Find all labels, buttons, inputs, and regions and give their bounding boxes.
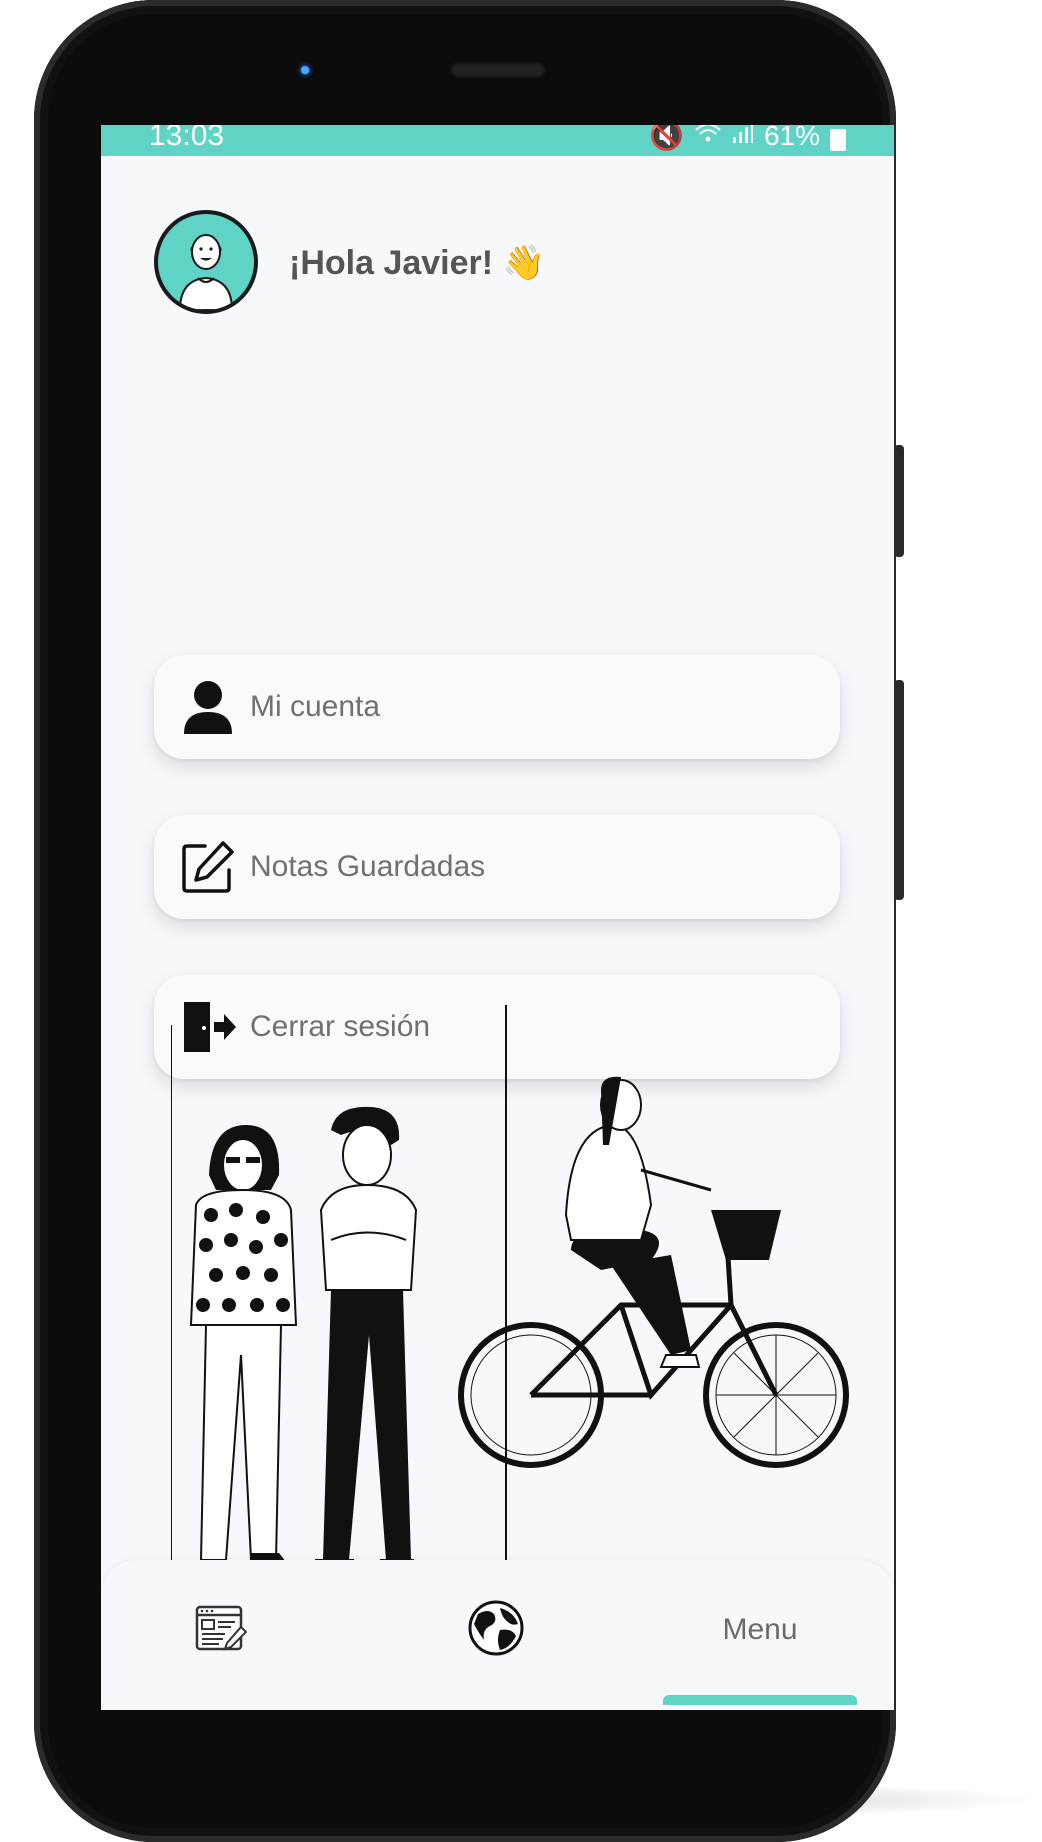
nav-label-menu: Menu — [722, 1613, 798, 1646]
man-figure — [309, 1106, 436, 1584]
waving-hand-icon: 👋 — [502, 244, 545, 282]
menu-item-notas-guardadas[interactable]: Notas Guardadas — [154, 815, 840, 919]
globe-icon — [468, 1600, 524, 1661]
mute-icon: 🔇 — [649, 125, 684, 151]
status-time: 13:03 — [149, 125, 225, 152]
bottom-navigation: Menu — [101, 1560, 894, 1710]
menu-item-mi-cuenta[interactable]: Mi cuenta — [154, 655, 840, 759]
status-bar: 13:03 🔇 61% — [101, 125, 894, 156]
app-screen: 13:03 🔇 61% ¡Hola Javier! 👋 Mi cuenta No… — [101, 125, 894, 1710]
wifi-icon — [694, 125, 722, 152]
active-tab-indicator — [663, 1695, 857, 1705]
nav-item-menu[interactable]: Menu — [663, 1560, 857, 1700]
menu-item-label: Mi cuenta — [250, 690, 381, 723]
nav-item-explore[interactable] — [436, 1560, 556, 1700]
nav-item-news[interactable] — [161, 1560, 281, 1700]
greeting-title: ¡Hola Javier! 👋 — [289, 243, 545, 283]
woman-figure — [189, 1125, 298, 1585]
earpiece-speaker — [450, 62, 546, 78]
volume-button — [894, 680, 904, 900]
battery-icon — [830, 128, 846, 151]
power-button — [894, 445, 904, 557]
signal-icon — [732, 125, 754, 152]
avatar[interactable] — [154, 210, 258, 314]
user-avatar-illustration — [178, 234, 234, 310]
battery-percentage: 61% — [763, 125, 820, 151]
news-edit-icon — [195, 1605, 248, 1656]
cyclist-figure — [458, 1076, 849, 1468]
user-icon — [180, 679, 236, 735]
edit-note-icon — [180, 839, 236, 895]
menu-item-label: Notas Guardadas — [250, 850, 486, 883]
status-icons: 🔇 61% — [649, 125, 846, 152]
greeting-text: ¡Hola Javier! — [289, 244, 494, 282]
phone-frame: 13:03 🔇 61% ¡Hola Javier! 👋 Mi cuenta No… — [34, 0, 904, 1842]
front-camera — [297, 62, 315, 80]
